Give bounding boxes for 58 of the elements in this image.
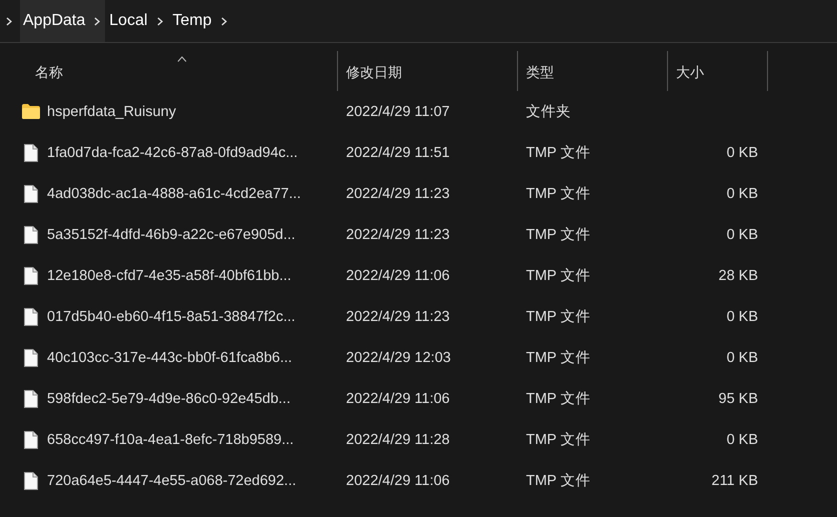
column-header[interactable]: 大小 xyxy=(668,51,768,91)
file-icon xyxy=(24,348,38,366)
modified-date: 2022/4/29 11:06 xyxy=(346,390,450,406)
file-name[interactable]: hsperfdata_Ruisuny xyxy=(47,104,176,120)
file-name[interactable]: 4ad038dc-ac1a-4888-a61c-4cd2ea77... xyxy=(47,186,301,202)
file-size: 0 KB xyxy=(726,308,758,324)
modified-date: 2022/4/29 11:06 xyxy=(346,268,450,284)
breadcrumb-item[interactable]: AppData xyxy=(20,0,88,42)
file-type: 文件夹 xyxy=(526,103,571,121)
file-size: 0 KB xyxy=(726,432,758,448)
file-size: 0 KB xyxy=(726,226,758,242)
file-icon xyxy=(24,472,38,490)
file-size: 0 KB xyxy=(726,186,758,202)
file-size: 0 KB xyxy=(726,350,758,366)
file-name[interactable]: 40c103cc-317e-443c-bb0f-61fca8b6... xyxy=(47,350,292,366)
column-header[interactable]: 类型 xyxy=(518,51,668,91)
file-icon xyxy=(24,430,38,448)
file-name[interactable]: 658cc497-f10a-4ea1-8efc-718b9589... xyxy=(47,432,294,448)
breadcrumb-item[interactable]: Temp xyxy=(168,0,216,42)
modified-date: 2022/4/29 11:23 xyxy=(346,186,450,202)
file-type: TMP 文件 xyxy=(526,185,590,203)
file-name[interactable]: 12e180e8-cfd7-4e35-a58f-40bf61bb... xyxy=(47,268,292,284)
file-icon xyxy=(24,184,38,202)
file-type: TMP 文件 xyxy=(526,390,590,408)
file-name[interactable]: 5a35152f-4dfd-46b9-a22c-e67e905d... xyxy=(47,226,296,242)
column-header[interactable]: 名称 xyxy=(0,51,338,91)
file-name[interactable]: 720a64e5-4447-4e55-a068-72ed692... xyxy=(47,472,296,488)
file-icon xyxy=(24,308,38,326)
file-name[interactable]: 1fa0d7da-fca2-42c6-87a8-0fd9ad94c... xyxy=(47,144,298,160)
file-size: 95 KB xyxy=(718,390,758,406)
breadcrumb-item[interactable]: Local xyxy=(105,0,152,42)
sort-caret-icon xyxy=(177,56,187,62)
modified-date: 2022/4/29 12:03 xyxy=(346,350,451,366)
file-size: 28 KB xyxy=(718,268,758,284)
modified-date: 2022/4/29 11:06 xyxy=(346,472,450,488)
file-type: TMP 文件 xyxy=(526,349,590,367)
file-icon xyxy=(24,266,38,284)
file-icon xyxy=(24,226,38,244)
modified-date: 2022/4/29 11:07 xyxy=(346,104,450,120)
file-icon xyxy=(24,390,38,408)
file-type: TMP 文件 xyxy=(526,472,590,490)
modified-date: 2022/4/29 11:28 xyxy=(346,432,450,448)
modified-date: 2022/4/29 11:51 xyxy=(346,144,450,160)
modified-date: 2022/4/29 11:23 xyxy=(346,308,450,324)
file-name[interactable]: 598fdec2-5e79-4d9e-86c0-92e45db... xyxy=(47,390,290,406)
chevron-icon[interactable] xyxy=(88,0,106,42)
file-name[interactable]: 017d5b40-eb60-4f15-8a51-38847f2c... xyxy=(47,308,296,324)
file-icon xyxy=(24,144,38,162)
column-header[interactable]: 修改日期 xyxy=(338,51,518,91)
file-size: 0 KB xyxy=(726,144,758,160)
file-type: TMP 文件 xyxy=(526,308,590,326)
modified-date: 2022/4/29 11:23 xyxy=(346,226,450,242)
file-size: 211 KB xyxy=(712,472,758,488)
file-type: TMP 文件 xyxy=(526,226,590,244)
file-type: TMP 文件 xyxy=(526,267,590,285)
file-type: TMP 文件 xyxy=(526,431,590,449)
file-type: TMP 文件 xyxy=(526,144,590,162)
folder-icon xyxy=(22,104,40,119)
